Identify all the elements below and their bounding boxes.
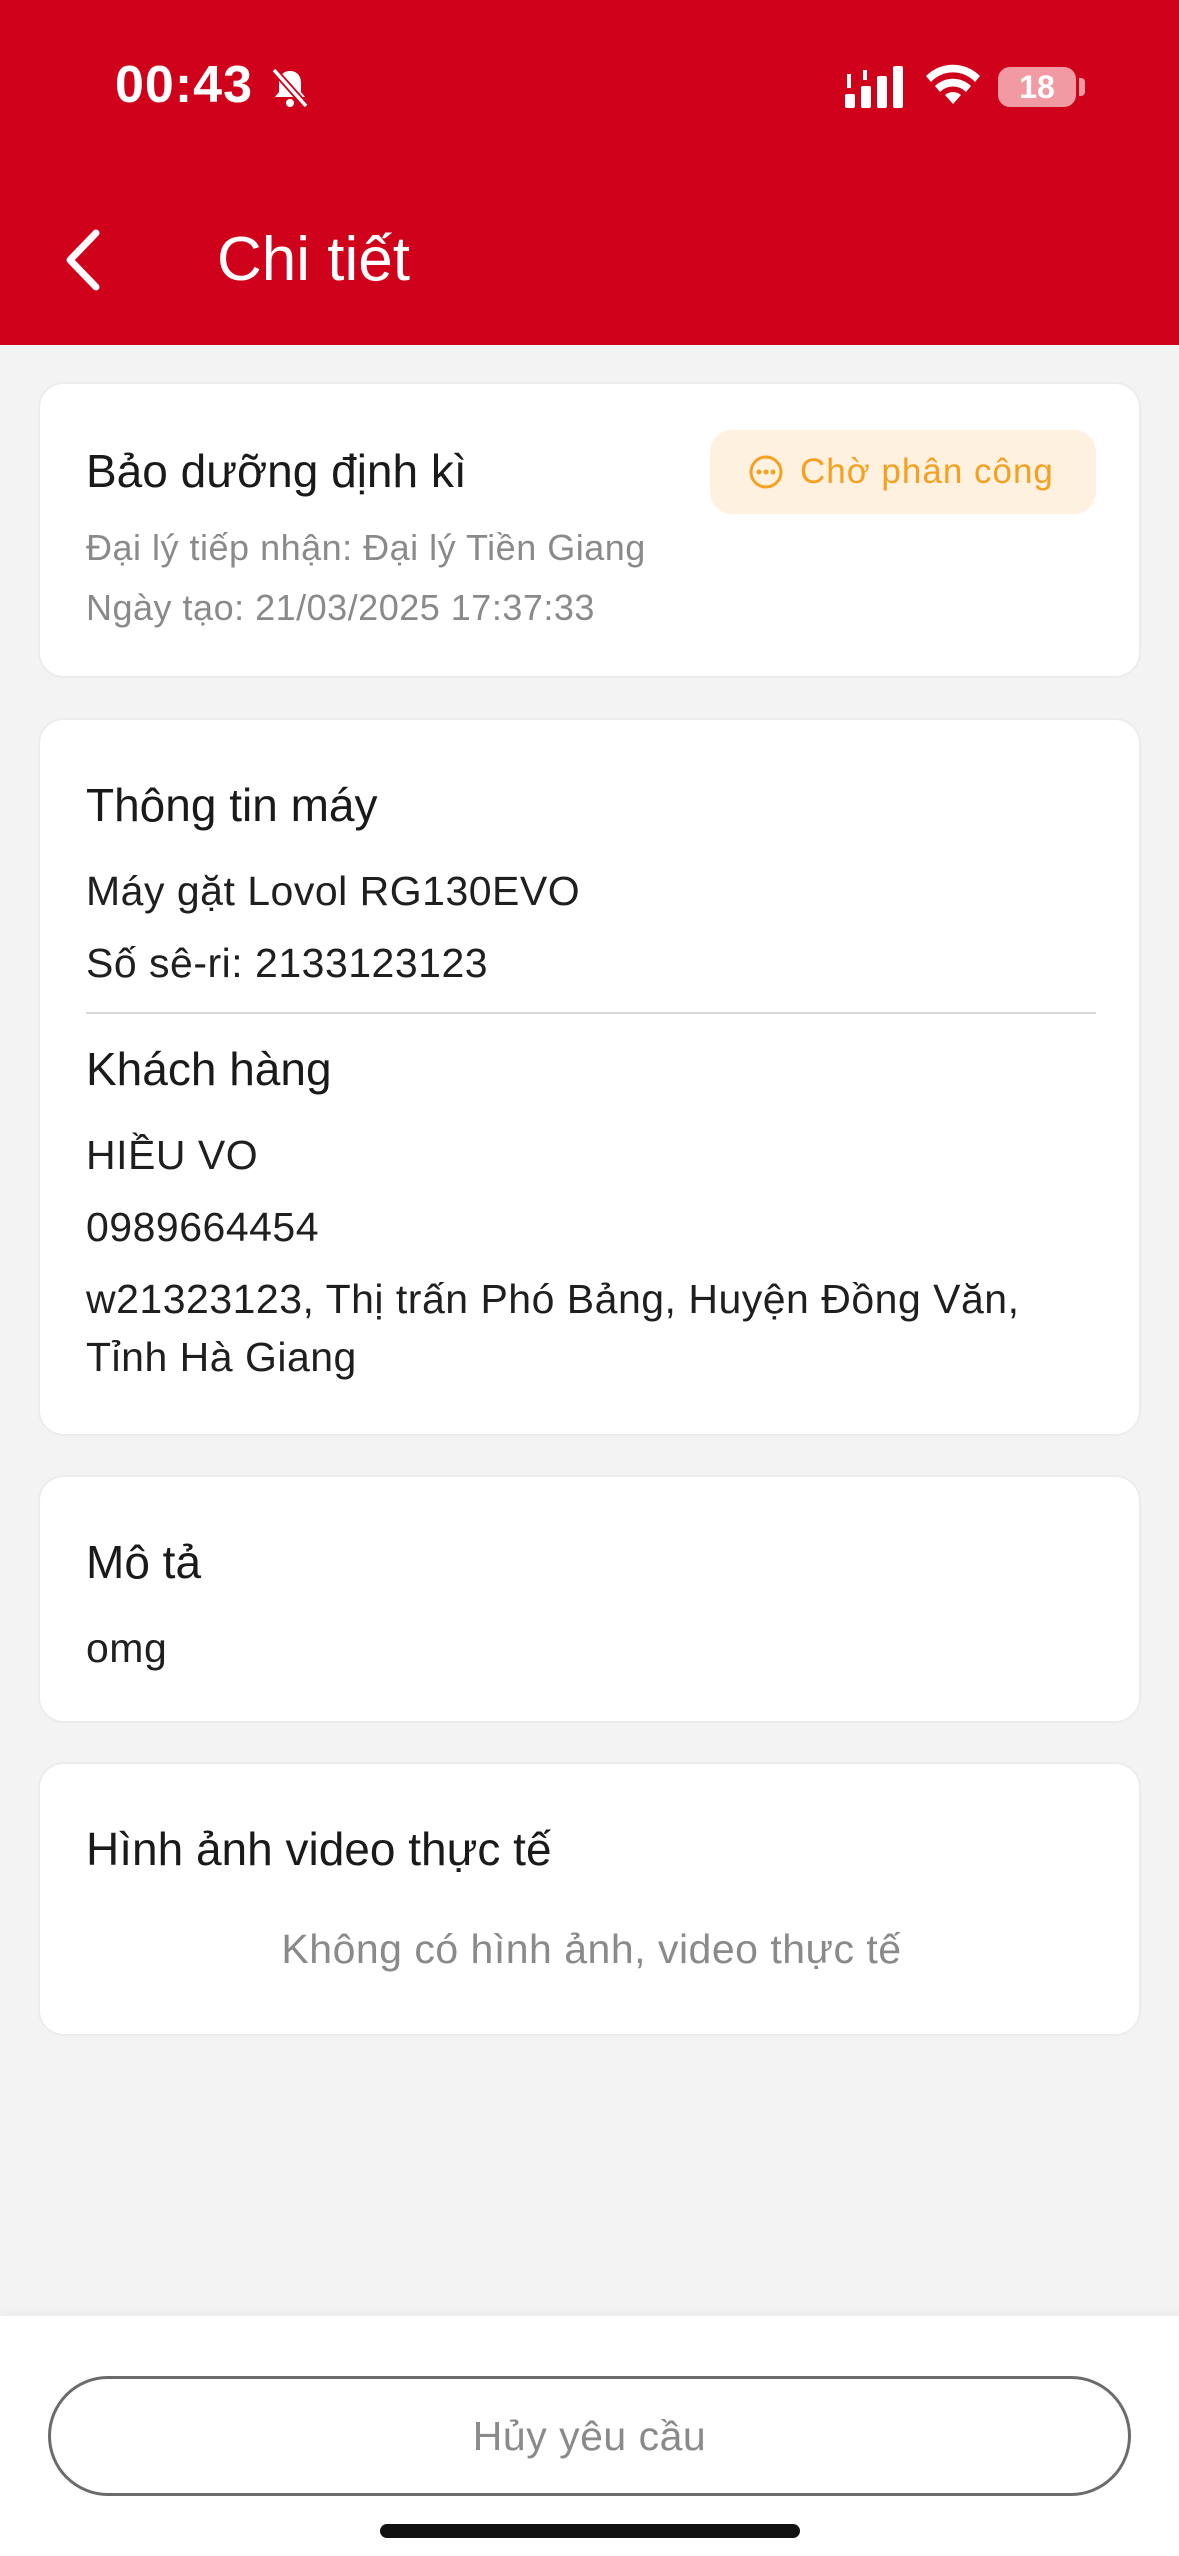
status-badge-label: Chờ phân công xyxy=(800,452,1054,491)
bell-slash-icon xyxy=(271,67,309,109)
bottom-action-bar: Hủy yêu cầu xyxy=(0,2316,1179,2556)
status-bar: 00:43 18 xyxy=(0,0,1179,175)
machine-customer-card: Thông tin máy Máy gặt Lovol RG130EVO Số … xyxy=(38,718,1141,1436)
nav-bar: Chi tiết xyxy=(0,200,1179,325)
customer-name: HIỀU VO xyxy=(86,1132,259,1178)
wifi-icon xyxy=(926,64,980,104)
status-time: 00:43 xyxy=(115,56,253,114)
app-header: 00:43 18 Chi tiết xyxy=(0,0,1179,345)
customer-heading: Khách hàng xyxy=(86,1043,332,1095)
home-indicator xyxy=(380,2524,800,2538)
dealer-text: Đại lý tiếp nhận: Đại lý Tiền Giang xyxy=(86,527,646,568)
description-heading: Mô tả xyxy=(86,1536,202,1588)
section-divider xyxy=(86,1012,1096,1014)
customer-phone: 0989664454 xyxy=(86,1204,320,1250)
battery-tip xyxy=(1079,78,1085,96)
media-heading: Hình ảnh video thực tế xyxy=(86,1823,552,1875)
description-text: omg xyxy=(86,1625,168,1671)
page-title: Chi tiết xyxy=(217,225,410,294)
media-empty-note: Không có hình ảnh, video thực tế xyxy=(281,1926,902,1972)
media-card: Hình ảnh video thực tế Không có hình ảnh… xyxy=(38,1762,1141,2036)
machine-serial: Số sê-ri: 2133123123 xyxy=(86,940,489,986)
cancel-request-button[interactable]: Hủy yêu cầu xyxy=(48,2376,1131,2496)
created-date-text: Ngày tạo: 21/03/2025 17:37:33 xyxy=(86,587,595,628)
chevron-left-icon[interactable] xyxy=(50,225,120,295)
machine-heading: Thông tin máy xyxy=(86,779,378,831)
cellular-signal-icon xyxy=(845,66,903,108)
customer-address-line1: w21323123, Thị trấn Phó Bảng, Huyện Đồng… xyxy=(86,1276,1020,1322)
customer-address-line2: Tỉnh Hà Giang xyxy=(86,1334,357,1380)
status-badge: Chờ phân công xyxy=(710,430,1096,514)
description-card: Mô tả omg xyxy=(38,1475,1141,1723)
request-card: Bảo dưỡng định kì Chờ phân công Đại lý t… xyxy=(38,382,1141,678)
request-title: Bảo dưỡng định kì xyxy=(86,445,467,497)
machine-name: Máy gặt Lovol RG130EVO xyxy=(86,868,581,914)
more-circle-icon xyxy=(749,455,783,489)
battery-level: 18 xyxy=(1019,69,1055,105)
